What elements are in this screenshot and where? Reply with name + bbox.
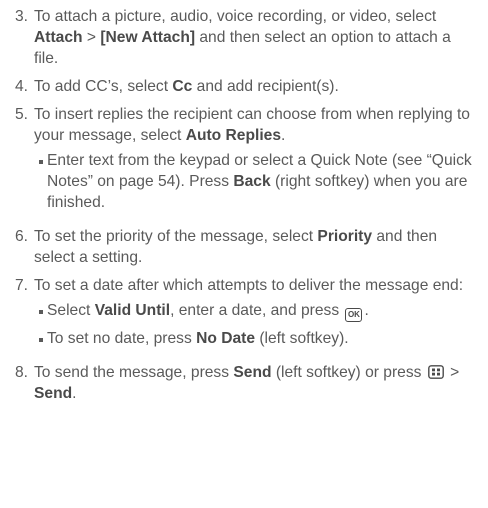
step-7: 7. To set a date after which attempts to… (5, 275, 474, 355)
step-text-part: . (72, 385, 77, 402)
menu-term-cc: Cc (172, 78, 193, 95)
manual-page: 3. To attach a picture, audio, voice rec… (0, 0, 488, 508)
sub-bullet-text: Enter text from the keypad or select a Q… (47, 150, 474, 213)
step-8: 8. To send the message, press Send (left… (5, 362, 474, 404)
step-text-part: and add recipient(s). (192, 78, 339, 95)
sub-text-part: . (364, 302, 369, 319)
softkey-term-no-date: No Date (196, 330, 256, 347)
bullet-icon (39, 328, 47, 349)
step-text: To insert replies the recipient can choo… (34, 104, 474, 219)
step-3: 3. To attach a picture, audio, voice rec… (5, 6, 474, 69)
sub-bullet: Select Valid Until, enter a date, and pr… (39, 300, 474, 322)
step-number: 7. (14, 277, 28, 294)
step-text-part: To attach a picture, audio, voice record… (34, 8, 437, 25)
softkey-term-back: Back (233, 173, 271, 190)
step-number: 8. (14, 364, 28, 381)
step-text-part: To set a date after which attempts to de… (34, 277, 464, 294)
sub-text-part: To set no date, press (47, 330, 197, 347)
step-text-part: > (82, 29, 101, 46)
sub-bullet: To set no date, press No Date (left soft… (39, 328, 474, 349)
step-text: To set a date after which attempts to de… (34, 275, 474, 355)
sub-text-part: , enter a date, and press (170, 302, 344, 319)
step-number: 5. (14, 106, 28, 123)
step-number: 3. (14, 8, 28, 25)
menu-term-new-attach: [New Attach] (100, 29, 196, 46)
menu-key-icon (427, 365, 444, 379)
step-6: 6. To set the priority of the message, s… (5, 226, 474, 268)
softkey-term-send: Send (233, 364, 272, 381)
menu-term-attach: Attach (34, 29, 83, 46)
sub-text-part: (left softkey). (255, 330, 349, 347)
step-text-part: . (281, 127, 286, 144)
bullet-icon (39, 300, 47, 321)
step-text: To send the message, press Send (left so… (34, 362, 474, 404)
step-text-part: To set the priority of the message, sele… (34, 228, 318, 245)
menu-term-priority: Priority (317, 228, 373, 245)
step-text-part: To add CC’s, select (34, 78, 173, 95)
step-text-part: (left softkey) or press (271, 364, 426, 381)
step-text-part: > (445, 364, 460, 381)
step-5: 5. To insert replies the recipient can c… (5, 104, 474, 219)
step-number: 4. (14, 78, 28, 95)
sub-bullet-text: To set no date, press No Date (left soft… (47, 328, 474, 349)
bullet-icon (39, 150, 47, 171)
sub-bullet: Enter text from the keypad or select a Q… (39, 150, 474, 213)
menu-term-valid-until: Valid Until (94, 302, 171, 319)
menu-term-send: Send (34, 385, 73, 402)
sub-text-part: Select (47, 302, 95, 319)
ok-key-icon: OK (345, 308, 363, 322)
step-text: To set the priority of the message, sele… (34, 226, 474, 268)
step-number: 6. (14, 228, 28, 245)
step-4: 4. To add CC’s, select Cc and add recipi… (5, 76, 474, 97)
sub-bullet-text: Select Valid Until, enter a date, and pr… (47, 300, 474, 322)
menu-term-auto-replies: Auto Replies (185, 127, 281, 144)
step-text: To attach a picture, audio, voice record… (34, 6, 474, 69)
step-text-part: To send the message, press (34, 364, 234, 381)
step-text: To add CC’s, select Cc and add recipient… (34, 76, 474, 97)
